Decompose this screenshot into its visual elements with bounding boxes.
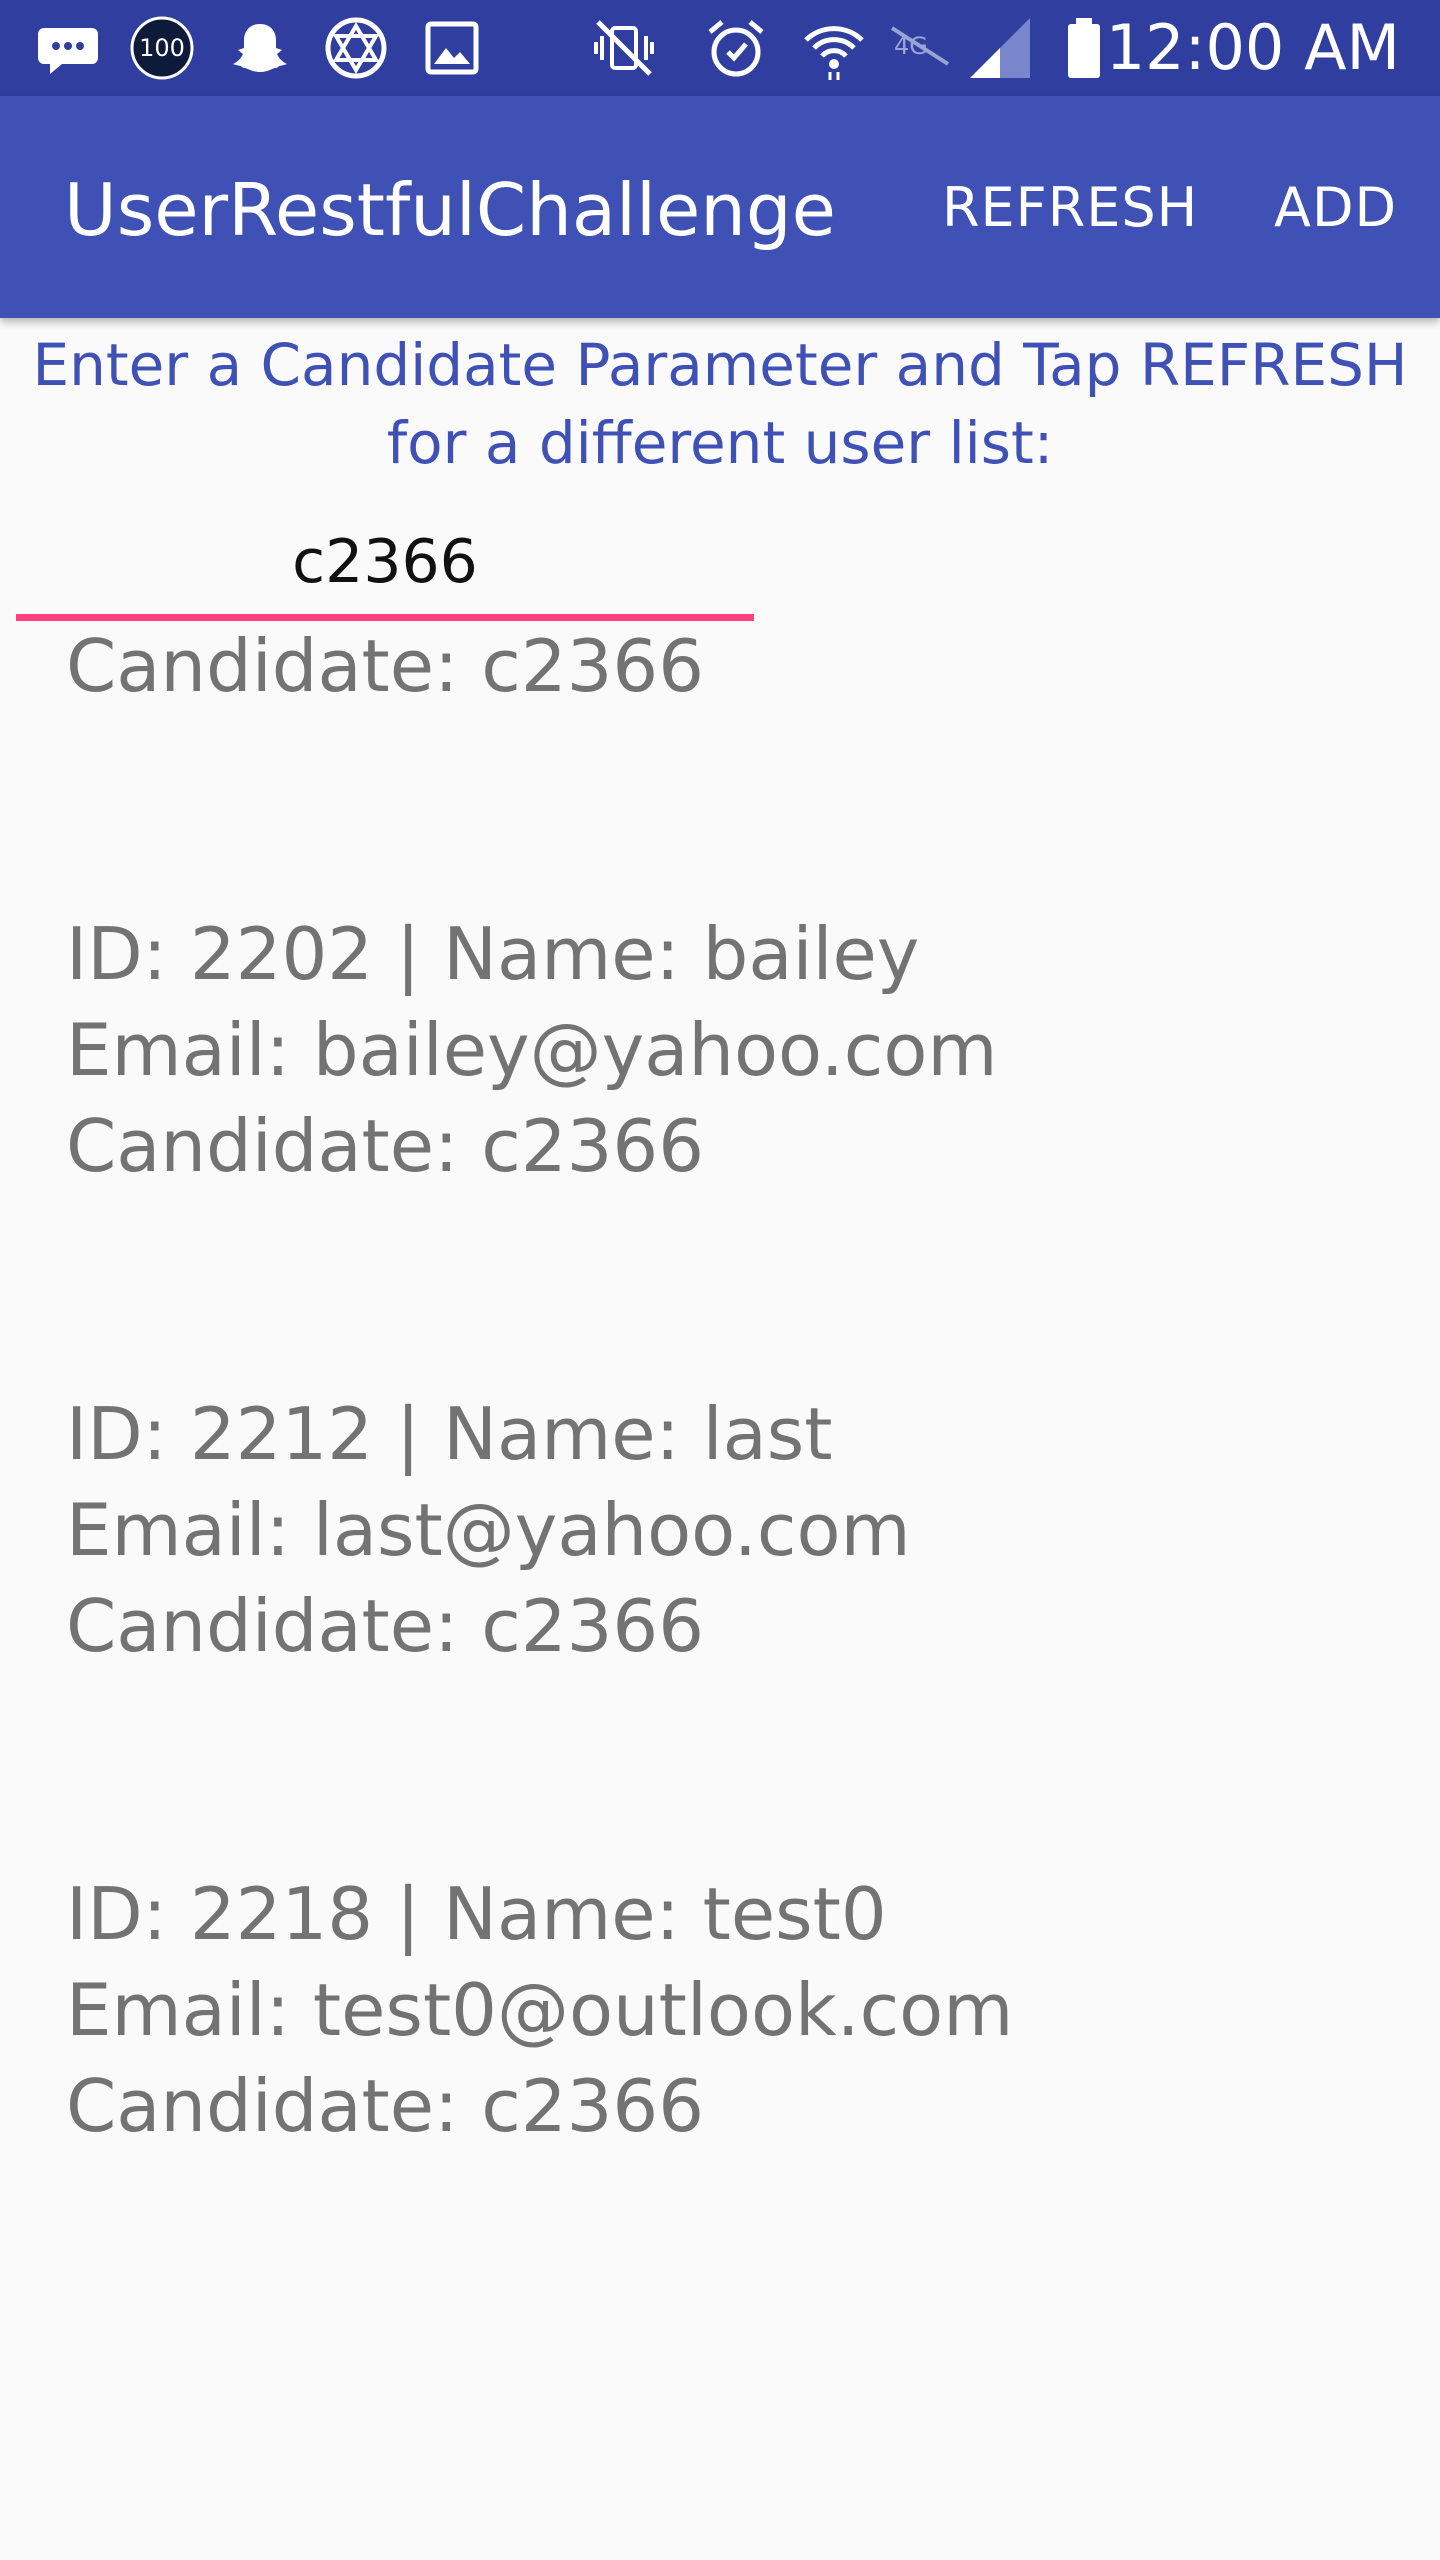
user-id-name: ID: 2218 | Name: test0 — [66, 1872, 887, 1956]
user-candidate: Candidate: c2366 — [66, 1584, 705, 1668]
user-candidate: Candidate: c2366 — [66, 624, 705, 708]
add-button[interactable]: ADD — [1274, 176, 1397, 240]
candidate-input-container — [16, 512, 754, 624]
app-title: UserRestfulChallenge — [64, 168, 836, 252]
data-off-icon: 4G — [890, 26, 950, 66]
refresh-button[interactable]: REFRESH — [942, 176, 1198, 240]
input-underline — [16, 614, 754, 621]
list-item[interactable]: ID: 2202 | Name: bailey Email: bailey@ya… — [0, 906, 1440, 1386]
user-id-name: ID: 2212 | Name: last — [66, 1392, 833, 1476]
wifi-icon — [804, 26, 864, 80]
alarm-icon — [708, 20, 764, 77]
image-icon — [425, 21, 479, 75]
user-email: Email: last@yahoo.com — [66, 1488, 911, 1572]
list-item[interactable]: Candidate: c2366 — [0, 608, 1440, 906]
app-bar: UserRestfulChallenge REFRESH ADD — [0, 96, 1440, 318]
signal-icon — [970, 18, 1030, 78]
mute-icon — [594, 20, 654, 76]
user-candidate: Candidate: c2366 — [66, 1104, 705, 1188]
status-bar: 100 4G 12:00 AM — [0, 0, 1440, 96]
snapchat-icon — [233, 24, 287, 72]
list-item[interactable]: ID: 2212 | Name: last Email: last@yahoo.… — [0, 1386, 1440, 1866]
messenger-icon — [38, 28, 98, 74]
user-email: Email: test0@outlook.com — [66, 1968, 1014, 2052]
candidate-input[interactable] — [16, 512, 754, 612]
status-time: 12:00 AM — [1105, 11, 1400, 84]
list-item[interactable]: ID: 2218 | Name: test0 Email: test0@outl… — [0, 1866, 1440, 2346]
user-email: Email: bailey@yahoo.com — [66, 1008, 998, 1092]
settings-icon — [325, 17, 387, 79]
user-candidate: Candidate: c2366 — [66, 2064, 705, 2148]
instruction-text: Enter a Candidate Parameter and Tap REFR… — [32, 331, 1408, 477]
user-id-name: ID: 2202 | Name: bailey — [66, 912, 920, 996]
user-list-content: Candidate: c2366 ID: 2202 | Name: bailey… — [0, 608, 1440, 2346]
user-list[interactable]: Candidate: c2366 ID: 2202 | Name: bailey… — [0, 608, 1440, 2560]
notification-badge-count: 100 — [139, 34, 185, 62]
